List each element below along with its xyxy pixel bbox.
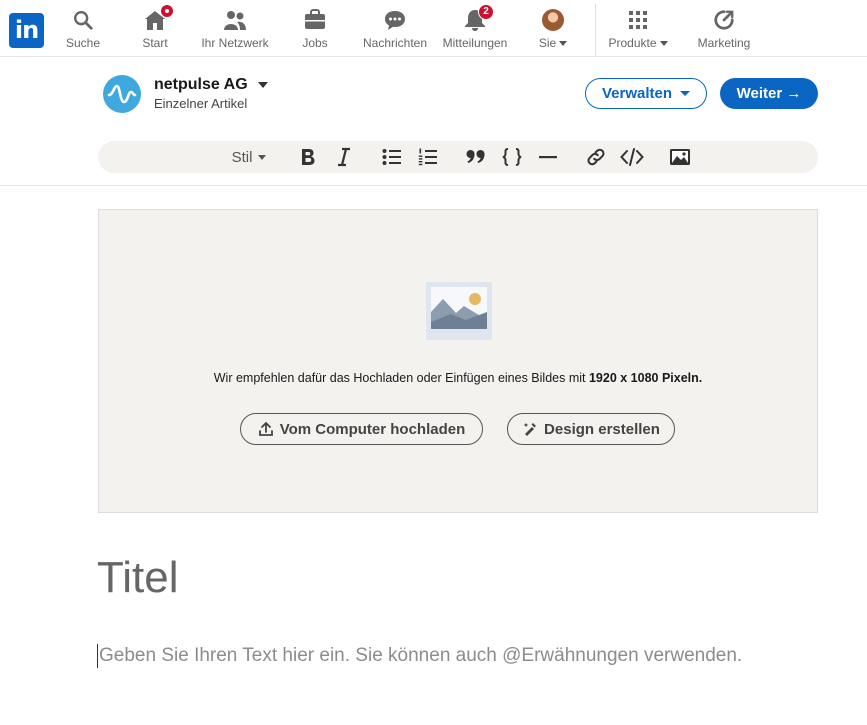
- formatting-toolbar: Stil: [98, 141, 818, 173]
- author-selector[interactable]: netpulse AG: [154, 76, 268, 94]
- upload-icon: [258, 421, 273, 436]
- chevron-down-icon: [559, 40, 568, 46]
- image-icon: [670, 149, 690, 165]
- linkedin-logo[interactable]: in: [9, 13, 44, 48]
- curly-braces-icon: [502, 148, 522, 166]
- nav-label: Produkte: [608, 36, 668, 50]
- design-button-label: Design erstellen: [544, 420, 660, 438]
- cover-image-dropzone[interactable]: Wir empfehlen dafür das Hochladen oder E…: [98, 209, 818, 513]
- network-icon: [222, 8, 248, 32]
- image-button[interactable]: [668, 141, 692, 173]
- bullet-list-icon: [382, 149, 401, 165]
- horizontal-rule-icon: [539, 156, 557, 159]
- article-type-label: Einzelner Artikel: [154, 96, 248, 111]
- nav-label: Suche: [65, 36, 101, 50]
- quote-icon: [466, 150, 485, 163]
- upload-from-computer-button[interactable]: Vom Computer hochladen: [240, 413, 483, 445]
- nav-item-me[interactable]: Sie: [536, 8, 570, 54]
- italic-icon: [338, 147, 350, 167]
- divider-button[interactable]: [536, 141, 560, 173]
- cover-image-hint: Wir empfehlen dafür das Hochladen oder E…: [213, 371, 703, 385]
- org-logo: [103, 75, 141, 113]
- image-placeholder-icon: [426, 282, 492, 340]
- global-nav: in Suche Start Ihr Netzwerk Jobs Nachric…: [0, 0, 867, 57]
- chevron-down-icon: [258, 154, 267, 160]
- numbered-list-button[interactable]: [416, 141, 440, 173]
- bold-icon: [302, 149, 315, 165]
- notifications-badge: 2: [478, 4, 494, 20]
- italic-button[interactable]: [332, 141, 356, 173]
- manage-button[interactable]: Verwalten: [585, 78, 707, 109]
- grid-icon: [625, 8, 651, 32]
- toolbar-divider: [0, 185, 867, 186]
- article-editor-page: in Suche Start Ihr Netzwerk Jobs Nachric…: [0, 0, 867, 725]
- code-block-button[interactable]: [500, 141, 524, 173]
- nav-label: Marketing: [697, 36, 751, 50]
- nav-item-home[interactable]: Start: [134, 4, 176, 54]
- article-title-input[interactable]: Titel: [97, 553, 817, 603]
- code-icon: [620, 148, 644, 166]
- style-dropdown-label: Stil: [231, 148, 253, 166]
- chevron-down-icon: [659, 40, 668, 46]
- article-body-input[interactable]: Geben Sie Ihren Text hier ein. Sie könne…: [97, 644, 817, 668]
- magic-brush-icon: [523, 423, 537, 436]
- nav-item-marketing[interactable]: Marketing: [696, 8, 752, 54]
- nav-item-search[interactable]: Suche: [60, 8, 106, 54]
- nav-item-notifications[interactable]: 2 Mitteilungen: [440, 4, 510, 54]
- upload-button-label: Vom Computer hochladen: [279, 420, 466, 438]
- nav-label: Nachrichten: [362, 36, 428, 50]
- briefcase-icon: [302, 8, 328, 32]
- nav-label: Jobs: [302, 36, 328, 50]
- nav-item-network[interactable]: Ihr Netzwerk: [200, 8, 270, 54]
- numbered-list-icon: [418, 148, 437, 166]
- embed-code-button[interactable]: [620, 141, 644, 173]
- home-notification-dot: [160, 4, 174, 18]
- nav-item-jobs[interactable]: Jobs: [300, 8, 330, 54]
- marketing-icon: [711, 8, 737, 32]
- nav-label: Ihr Netzwerk: [201, 36, 269, 50]
- nav-divider: [595, 4, 596, 56]
- avatar: [540, 8, 566, 32]
- style-dropdown[interactable]: Stil: [226, 141, 272, 173]
- create-design-button[interactable]: Design erstellen: [507, 413, 675, 445]
- next-button[interactable]: Weiter →: [720, 78, 818, 109]
- search-icon: [70, 8, 96, 32]
- nav-label: Sie: [539, 36, 568, 50]
- pulse-wave-icon: [107, 84, 137, 104]
- nav-item-messaging[interactable]: Nachrichten: [362, 8, 428, 54]
- quote-button[interactable]: [464, 141, 488, 173]
- link-icon: [587, 148, 605, 166]
- next-button-label: Weiter →: [736, 85, 802, 102]
- chevron-down-icon: [680, 91, 691, 96]
- bullet-list-button[interactable]: [380, 141, 404, 173]
- bell-icon: 2: [462, 4, 494, 32]
- manage-button-label: Verwalten: [601, 85, 673, 102]
- messaging-icon: [382, 8, 408, 32]
- home-icon: [142, 4, 174, 32]
- bold-button[interactable]: [296, 141, 320, 173]
- nav-label: Start: [142, 36, 168, 50]
- chevron-down-icon: [257, 82, 268, 88]
- org-name: netpulse AG: [154, 76, 248, 93]
- link-button[interactable]: [584, 141, 608, 173]
- nav-label: Mitteilungen: [442, 36, 508, 50]
- nav-item-products[interactable]: Produkte: [606, 8, 670, 54]
